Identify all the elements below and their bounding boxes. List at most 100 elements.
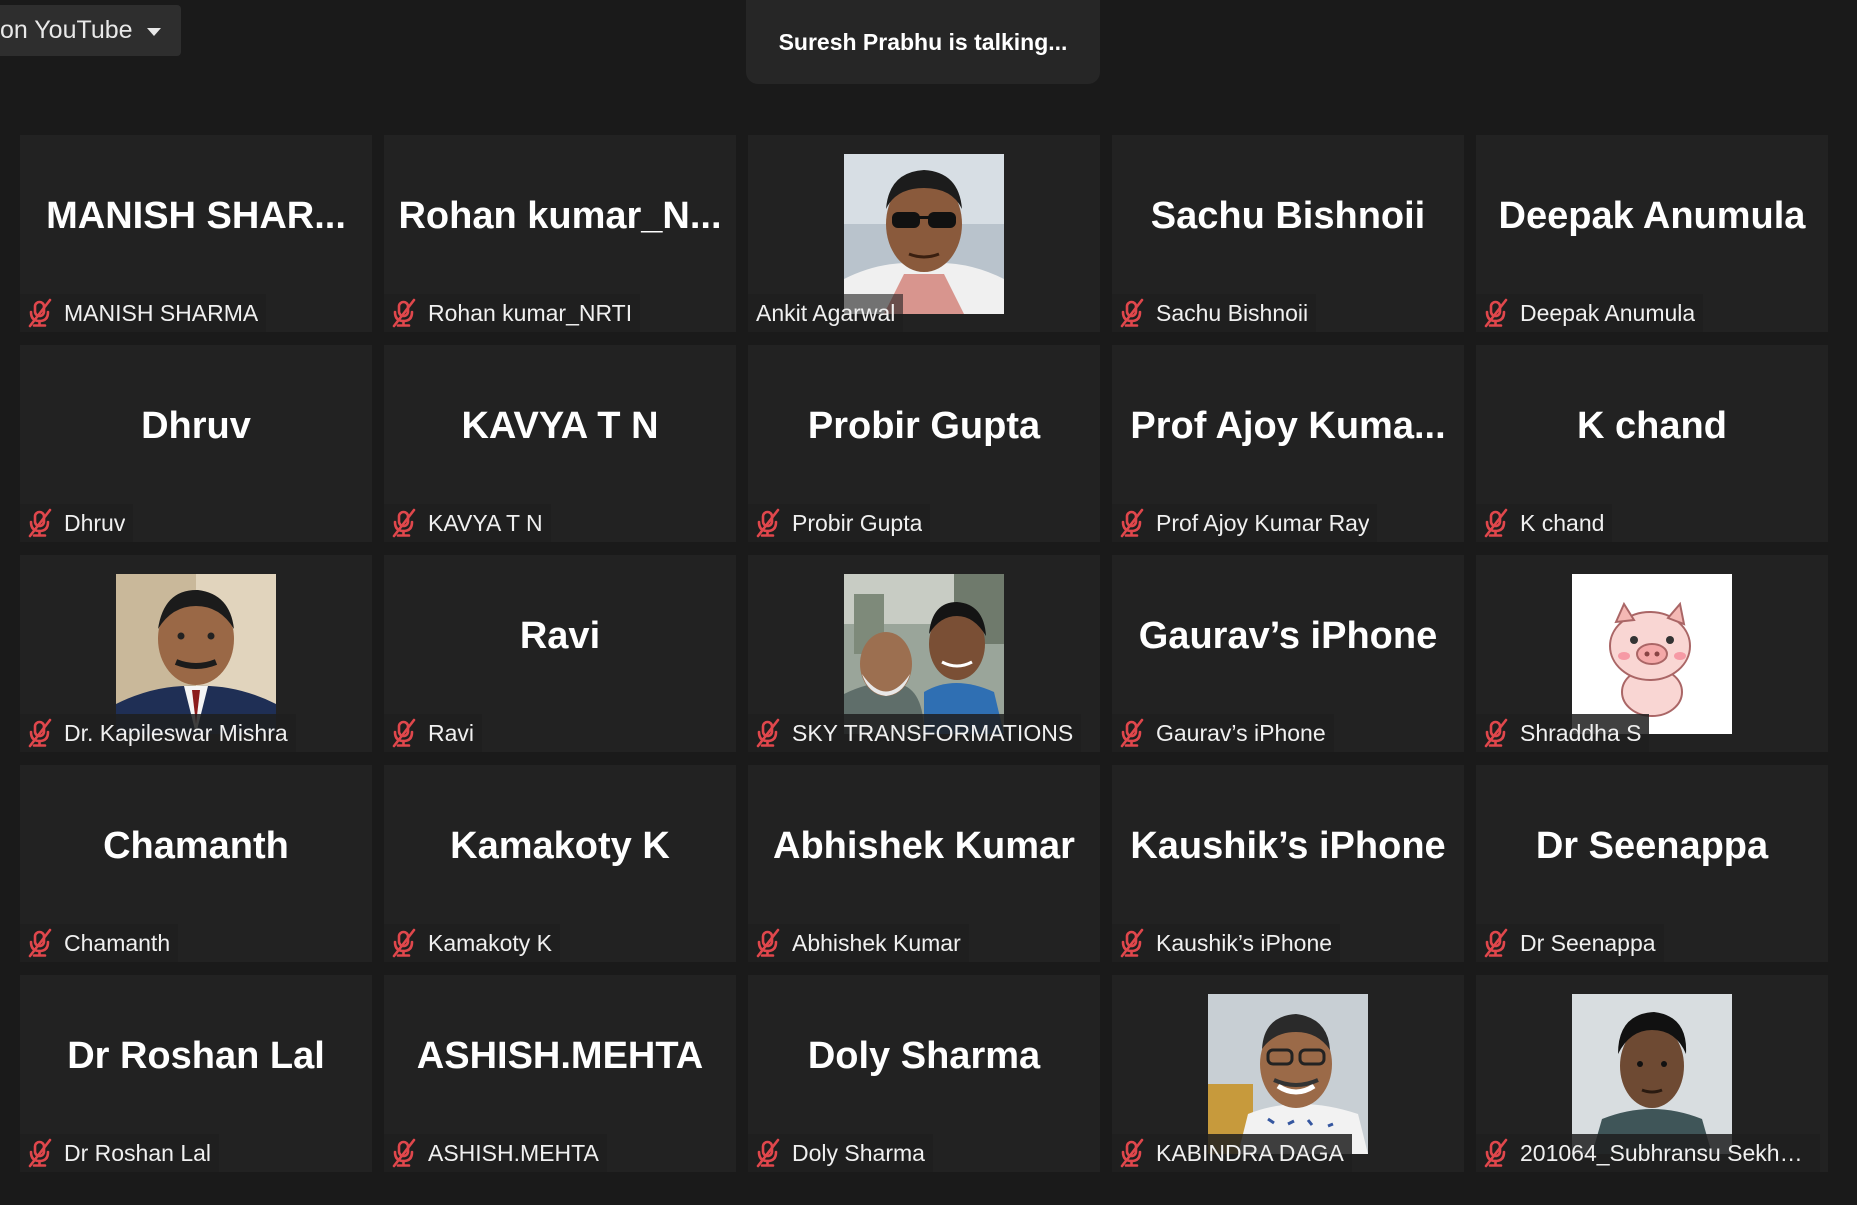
- participant-name-tag: Kamakoty K: [384, 924, 560, 962]
- participant-name-label: 201064_Subhransu Sekhar ...: [1520, 1139, 1812, 1166]
- microphone-muted-icon: [1480, 928, 1514, 958]
- participant-name-tag: Chamanth: [20, 924, 179, 962]
- participant-tile[interactable]: Sachu Bishnoii Sachu Bishnoii: [1112, 135, 1464, 332]
- participant-name-label: Kamakoty K: [428, 929, 552, 956]
- participant-tile[interactable]: Chamanth Chamanth: [20, 765, 372, 962]
- microphone-muted-icon: [388, 298, 422, 328]
- participant-name-label: Prof Ajoy Kumar Ray: [1156, 509, 1370, 536]
- participant-name-tag: Doly Sharma: [748, 1134, 933, 1172]
- microphone-muted-icon: [24, 1138, 58, 1168]
- participant-display-name: Probir Gupta: [807, 405, 1041, 447]
- participant-name-label: Dr. Kapileswar Mishra: [64, 719, 288, 746]
- participant-tile[interactable]: Dr. Kapileswar Mishra: [20, 555, 372, 752]
- chevron-down-icon[interactable]: [146, 27, 161, 36]
- participant-display-name: Sachu Bishnoii: [1150, 195, 1426, 237]
- participant-name-label: Ravi: [428, 719, 475, 746]
- participant-tile[interactable]: Kaushik’s iPhone Kaushik’s iPhone: [1112, 765, 1464, 962]
- live-stream-label: on YouTube: [0, 16, 133, 44]
- participant-display-name: Dr Seenappa: [1535, 825, 1769, 867]
- participant-display-name: ASHISH.MEHTA: [416, 1035, 704, 1077]
- participant-name-label: K chand: [1520, 509, 1605, 536]
- microphone-muted-icon: [1116, 718, 1150, 748]
- man-sunglasses-photo: [844, 154, 1004, 314]
- participant-name-tag: SKY TRANSFORMATIONS: [748, 714, 1082, 752]
- participant-name-tag: Kaushik’s iPhone: [1112, 924, 1341, 962]
- microphone-muted-icon: [1116, 508, 1150, 538]
- participant-tile[interactable]: 201064_Subhransu Sekhar ...: [1476, 975, 1828, 1172]
- microphone-muted-icon: [1480, 298, 1514, 328]
- participant-name-tag: 201064_Subhransu Sekhar ...: [1476, 1134, 1820, 1172]
- participant-name-label: Kaushik’s iPhone: [1156, 929, 1333, 956]
- microphone-muted-icon: [1480, 1138, 1514, 1168]
- participant-name-tag: KABINDRA DAGA: [1112, 1134, 1352, 1172]
- participant-name-tag: Shraddha S: [1476, 714, 1650, 752]
- participant-name-label: Dr Seenappa: [1520, 929, 1656, 956]
- microphone-muted-icon: [24, 718, 58, 748]
- participant-tile[interactable]: Ankit Agarwal: [748, 135, 1100, 332]
- participant-display-name: Chamanth: [103, 825, 289, 867]
- participant-tile[interactable]: K chand K chand: [1476, 345, 1828, 542]
- participant-display-name: KAVYA T N: [461, 405, 659, 447]
- participant-grid: MANISH SHAR... MANISH SHARMA Rohan kumar_…: [20, 135, 1828, 1172]
- participant-tile[interactable]: Shraddha S: [1476, 555, 1828, 752]
- meeting-gallery-view: on YouTube Suresh Prabhu is talking... M…: [0, 0, 1857, 1205]
- participant-name-tag: Dr. Kapileswar Mishra: [20, 714, 296, 752]
- microphone-muted-icon: [388, 1138, 422, 1168]
- participant-tile[interactable]: ASHISH.MEHTA ASHISH.MEHTA: [384, 975, 736, 1172]
- active-speaker-indicator: Suresh Prabhu is talking...: [746, 0, 1100, 84]
- man-glasses-smiling-photo: [1208, 994, 1368, 1154]
- participant-name-tag: Ravi: [384, 714, 483, 752]
- participant-display-name: Abhishek Kumar: [773, 825, 1075, 867]
- participant-display-name: MANISH SHAR...: [46, 195, 346, 237]
- participant-tile[interactable]: Dr Roshan Lal Dr Roshan Lal: [20, 975, 372, 1172]
- participant-tile[interactable]: MANISH SHAR... MANISH SHARMA: [20, 135, 372, 332]
- participant-name-tag: Probir Gupta: [748, 504, 931, 542]
- participant-tile[interactable]: Kamakoty K Kamakoty K: [384, 765, 736, 962]
- participant-name-label: ASHISH.MEHTA: [428, 1139, 599, 1166]
- microphone-muted-icon: [388, 508, 422, 538]
- participant-name-label: MANISH SHARMA: [64, 299, 259, 326]
- participant-display-name: Kaushik’s iPhone: [1130, 825, 1446, 867]
- participant-name-label: Shraddha S: [1520, 719, 1642, 746]
- participant-name-tag: Sachu Bishnoii: [1112, 294, 1317, 332]
- participant-tile[interactable]: Probir Gupta Probir Gupta: [748, 345, 1100, 542]
- microphone-muted-icon: [388, 928, 422, 958]
- participant-tile[interactable]: Dr Seenappa Dr Seenappa: [1476, 765, 1828, 962]
- participant-name-tag: Ankit Agarwal: [748, 294, 904, 332]
- participant-tile[interactable]: Abhishek Kumar Abhishek Kumar: [748, 765, 1100, 962]
- microphone-muted-icon: [24, 508, 58, 538]
- participant-tile[interactable]: Ravi Ravi: [384, 555, 736, 752]
- participant-name-tag: KAVYA T N: [384, 504, 551, 542]
- microphone-muted-icon: [388, 718, 422, 748]
- participant-tile[interactable]: Doly Sharma Doly Sharma: [748, 975, 1100, 1172]
- participant-display-name: Dr Roshan Lal: [67, 1035, 325, 1077]
- participant-name-tag: Dr Seenappa: [1476, 924, 1664, 962]
- microphone-muted-icon: [752, 718, 786, 748]
- participant-name-label: Ankit Agarwal: [756, 299, 896, 326]
- participant-name-tag: Gaurav’s iPhone: [1112, 714, 1334, 752]
- participant-name-tag: Abhishek Kumar: [748, 924, 969, 962]
- participant-tile[interactable]: Dhruv Dhruv: [20, 345, 372, 542]
- pig-cartoon-avatar: [1572, 574, 1732, 734]
- participant-tile[interactable]: SKY TRANSFORMATIONS: [748, 555, 1100, 752]
- active-speaker-text: Suresh Prabhu is talking...: [778, 28, 1068, 55]
- participant-name-tag: Prof Ajoy Kumar Ray: [1112, 504, 1378, 542]
- participant-tile[interactable]: KAVYA T N KAVYA T N: [384, 345, 736, 542]
- participant-tile[interactable]: Deepak Anumula Deepak Anumula: [1476, 135, 1828, 332]
- live-stream-status-button[interactable]: on YouTube: [0, 5, 181, 56]
- participant-tile[interactable]: Prof Ajoy Kuma... Prof Ajoy Kumar Ray: [1112, 345, 1464, 542]
- participant-display-name: Rohan kumar_N...: [398, 195, 722, 237]
- man-suit-portrait-photo: [116, 574, 276, 734]
- two-men-outdoor-photo: [844, 574, 1004, 734]
- participant-tile[interactable]: Rohan kumar_N... Rohan kumar_NRTI: [384, 135, 736, 332]
- young-man-portrait-photo: [1572, 994, 1732, 1154]
- participant-name-label: Chamanth: [64, 929, 171, 956]
- microphone-muted-icon: [1116, 298, 1150, 328]
- microphone-muted-icon: [24, 928, 58, 958]
- participant-tile[interactable]: KABINDRA DAGA: [1112, 975, 1464, 1172]
- participant-name-label: KAVYA T N: [428, 509, 543, 536]
- microphone-muted-icon: [1480, 718, 1514, 748]
- participant-tile[interactable]: Gaurav’s iPhone Gaurav’s iPhone: [1112, 555, 1464, 752]
- microphone-muted-icon: [1116, 928, 1150, 958]
- participant-name-label: KABINDRA DAGA: [1156, 1139, 1344, 1166]
